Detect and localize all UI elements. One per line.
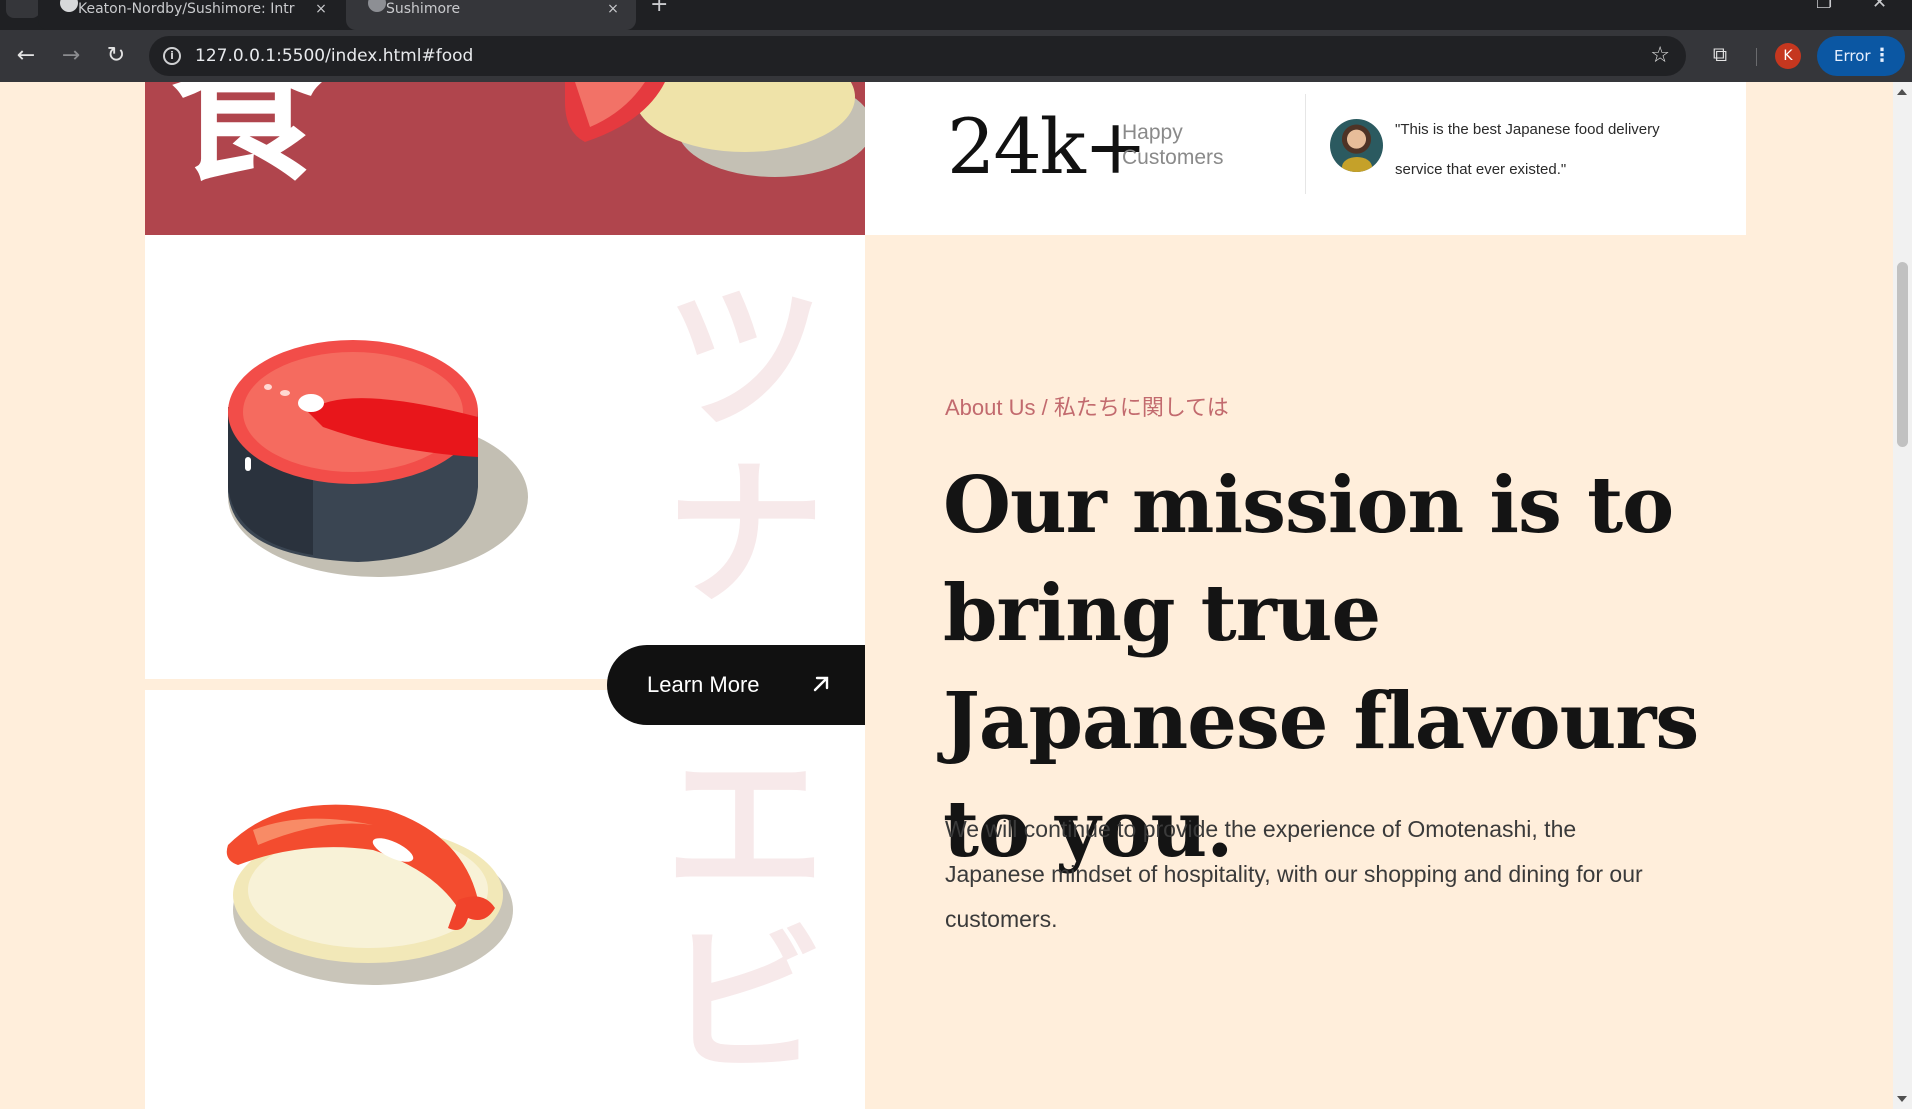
- site-info-icon[interactable]: i: [163, 47, 181, 65]
- customers-label-line-1: Happy: [1122, 121, 1183, 144]
- url-text[interactable]: 127.0.0.1:5500/index.html#food: [195, 46, 473, 66]
- tab-sushimore[interactable]: Sushimore ×: [346, 0, 636, 30]
- github-icon: [60, 0, 78, 12]
- tab-github[interactable]: Keaton-Nordby/Sushimore: Intr ×: [38, 0, 344, 30]
- page-viewport: 食 24k+ Happy Customers "This is the best…: [0, 82, 1893, 1109]
- scroll-down-arrow-icon[interactable]: [1897, 1096, 1907, 1102]
- extensions-puzzle-icon[interactable]: ⧉: [1708, 42, 1732, 66]
- food-card-tuna: ツナ: [145, 235, 865, 679]
- testimonial-avatar: [1330, 119, 1383, 172]
- about-kicker: About Us / 私たちに関しては: [945, 395, 1229, 420]
- error-chip-label: Error: [1834, 47, 1871, 65]
- bookmark-star-icon[interactable]: ☆: [1650, 43, 1670, 68]
- forward-button[interactable]: →: [58, 43, 84, 69]
- about-body: We will continue to provide the experien…: [945, 816, 1643, 932]
- tab-search-button[interactable]: [6, 0, 40, 18]
- katakana-ebi: エビ: [664, 732, 825, 1095]
- customers-count: 24k+: [947, 102, 1147, 191]
- customers-label: Happy Customers: [1122, 120, 1224, 170]
- learn-more-button[interactable]: Learn More: [607, 645, 865, 725]
- katakana-tuna: ツナ: [664, 265, 825, 628]
- avatar-shirt: [1342, 157, 1372, 172]
- ebi-nigiri-illustration: [226, 804, 513, 985]
- new-tab-button[interactable]: +: [650, 0, 668, 17]
- customers-label-line-2: Customers: [1122, 146, 1224, 169]
- scroll-thumb[interactable]: [1897, 262, 1908, 447]
- browser-toolbar: ← → ↻ i 127.0.0.1:5500/index.html#food ☆…: [0, 30, 1912, 82]
- scroll-up-arrow-icon[interactable]: [1897, 89, 1907, 95]
- tab-strip: Keaton-Nordby/Sushimore: Intr × Sushimor…: [0, 0, 1912, 30]
- tab-title: Keaton-Nordby/Sushimore: Intr: [78, 1, 295, 17]
- sushi-top-illustration: [565, 82, 865, 177]
- tuna-maki-illustration: [228, 340, 528, 577]
- error-chip-button[interactable]: Error ⋮: [1817, 36, 1905, 76]
- restore-window-icon[interactable]: ❐: [1816, 0, 1832, 13]
- food-card-ebi: エビ: [145, 690, 865, 1109]
- profile-avatar[interactable]: K: [1775, 43, 1801, 69]
- hero-banner: 食: [145, 82, 865, 235]
- tab-close-icon[interactable]: ×: [312, 1, 330, 17]
- stats-panel: 24k+ Happy Customers "This is the best J…: [865, 82, 1746, 235]
- kebab-menu-icon[interactable]: ⋮: [1873, 36, 1891, 76]
- tab-close-icon[interactable]: ×: [604, 1, 622, 17]
- stats-divider: [1305, 94, 1306, 194]
- tab-title: Sushimore: [386, 1, 461, 17]
- globe-icon: [368, 0, 386, 12]
- learn-more-label: Learn More: [647, 672, 760, 697]
- page-scrollbar[interactable]: [1893, 82, 1912, 1109]
- back-button[interactable]: ←: [13, 43, 39, 69]
- address-bar[interactable]: i 127.0.0.1:5500/index.html#food ☆: [149, 36, 1686, 76]
- testimonial-quote: "This is the best Japanese food delivery…: [1395, 121, 1660, 178]
- reload-button[interactable]: ↻: [103, 43, 129, 69]
- close-window-icon[interactable]: ✕: [1872, 0, 1887, 13]
- arrow-up-right-icon: [813, 676, 829, 692]
- toolbar-divider: [1756, 48, 1757, 66]
